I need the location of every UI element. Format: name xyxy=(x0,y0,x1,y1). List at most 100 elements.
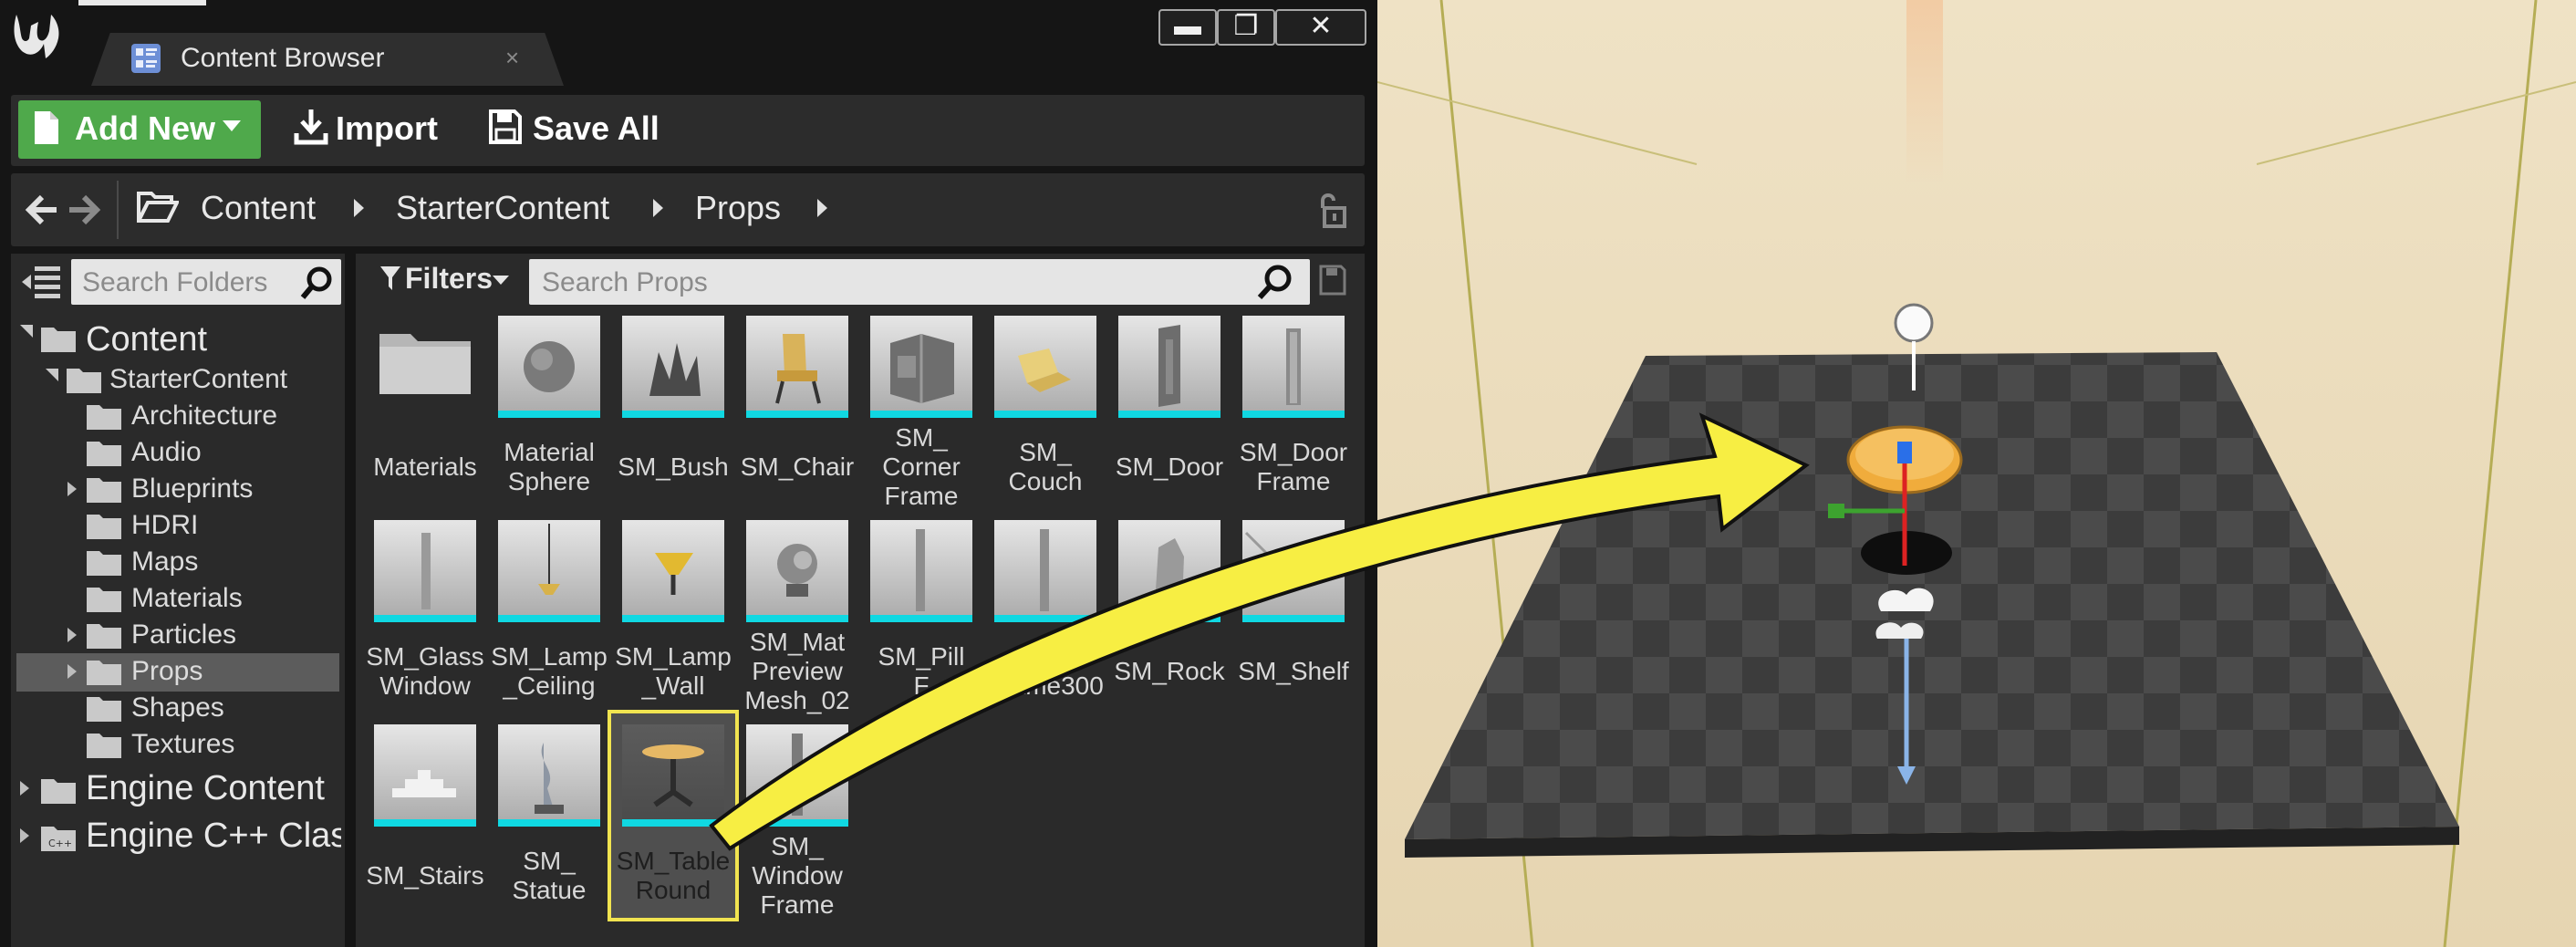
folder-particles[interactable]: Particles xyxy=(131,617,236,653)
door-frame-thumbnail-icon xyxy=(1286,328,1301,405)
back-arrow-icon[interactable] xyxy=(24,192,60,228)
search-icon[interactable] xyxy=(299,265,336,301)
minimize-button[interactable]: ▬ xyxy=(1158,9,1217,46)
asset-name: SM_Mat Preview Mesh_02 xyxy=(744,628,850,714)
folder-icon xyxy=(87,551,121,576)
collapse-arrow-icon[interactable] xyxy=(46,369,58,381)
unlock-icon[interactable] xyxy=(1315,190,1348,230)
import-button[interactable]: Import xyxy=(336,108,438,150)
breadcrumb-item-content[interactable]: Content xyxy=(201,186,316,230)
expand-arrow-icon[interactable] xyxy=(68,628,77,642)
asset-name: SM_Glass Window xyxy=(366,642,484,700)
asset-thumbnail-sm-stairs[interactable] xyxy=(374,724,476,827)
asset-thumbnail-sm-lamp-ceiling[interactable] xyxy=(498,520,600,622)
maximize-button[interactable]: ❐ xyxy=(1217,9,1275,46)
asset-thumbnail-sm-table-round[interactable] xyxy=(622,724,724,827)
asset-thumbnail-sm-chair[interactable] xyxy=(746,316,848,418)
asset-thumbnail-sm-door[interactable] xyxy=(1118,316,1220,418)
asset-thumbnail-sm-bush[interactable] xyxy=(622,316,724,418)
sun-icon[interactable] xyxy=(1894,303,1934,343)
asset-thumbnail-sm-pillar-frame300[interactable] xyxy=(994,520,1096,622)
collapse-arrow-icon[interactable] xyxy=(20,325,33,338)
expand-arrow-icon[interactable] xyxy=(68,664,77,679)
sources-panel-toggle-icon[interactable] xyxy=(18,263,62,301)
pillar-thumbnail-icon xyxy=(1040,529,1049,611)
pillar-thumbnail-icon xyxy=(916,529,925,611)
asset-search-input[interactable] xyxy=(542,265,1235,301)
search-icon[interactable] xyxy=(1255,263,1295,303)
asset-thumbnail-sm-glass-window[interactable] xyxy=(374,520,476,622)
asset-name: SM_ Couch xyxy=(1008,438,1083,495)
asset-thumbnail-sm-corner-frame[interactable] xyxy=(870,316,972,418)
unreal-engine-logo-icon[interactable] xyxy=(4,5,69,69)
chevron-down-icon xyxy=(223,120,241,131)
folder-icon xyxy=(87,697,121,722)
asset-thumbnail-sm-rock[interactable] xyxy=(1118,520,1220,622)
folder-icon[interactable] xyxy=(374,316,476,418)
expand-arrow-icon[interactable] xyxy=(68,482,77,496)
asset-thumbnail-sm-statue[interactable] xyxy=(498,724,600,827)
rock-thumbnail-icon xyxy=(1155,538,1184,604)
breadcrumb-arrow-icon[interactable] xyxy=(653,199,663,217)
asset-thumbnail-material-sphere[interactable] xyxy=(498,316,600,418)
folder-hdri[interactable]: HDRI xyxy=(131,507,198,544)
expand-arrow-icon[interactable] xyxy=(20,781,29,796)
folder-engine-content[interactable]: Engine Content xyxy=(86,770,325,807)
breadcrumb-arrow-icon[interactable] xyxy=(817,199,827,217)
save-search-icon[interactable] xyxy=(1319,265,1346,296)
gizmo-z-handle[interactable] xyxy=(1897,442,1912,463)
folder-textures[interactable]: Textures xyxy=(131,726,234,763)
asset-thumbnail-sm-lamp-wall[interactable] xyxy=(622,520,724,622)
asset-thumbnail-sm-shelf[interactable] xyxy=(1242,520,1345,622)
folder-icon xyxy=(87,405,121,430)
statue-thumbnail-icon xyxy=(535,743,564,814)
folder-materials[interactable]: Materials xyxy=(131,580,243,617)
bush-thumbnail-icon xyxy=(649,343,701,396)
folder-audio[interactable]: Audio xyxy=(131,434,202,471)
round-table-thumbnail-icon xyxy=(642,744,704,807)
asset-type-bar xyxy=(622,819,724,827)
asset-thumbnail-sm-window-frame[interactable] xyxy=(746,724,848,827)
asset-name: SM_Lamp _Ceiling xyxy=(491,642,608,700)
folder-maps[interactable]: Maps xyxy=(131,544,198,580)
folder-search-input[interactable] xyxy=(82,265,292,301)
forward-arrow-icon[interactable] xyxy=(66,192,102,228)
breadcrumb-item-startercontent[interactable]: StarterContent xyxy=(396,186,609,230)
save-icon[interactable] xyxy=(489,109,522,144)
asset-name: SM_ Window Frame xyxy=(752,832,843,919)
close-button[interactable]: ✕ xyxy=(1275,9,1366,46)
asset-type-bar xyxy=(746,411,848,418)
asset-type-bar xyxy=(1118,411,1220,418)
asset-name: SM_Door xyxy=(1115,453,1224,481)
folder-startercontent[interactable]: StarterContent xyxy=(109,361,287,398)
folder-blueprints[interactable]: Blueprints xyxy=(131,471,253,507)
asset-thumbnail-sm-pillar-frame[interactable] xyxy=(870,520,972,622)
breadcrumb-item-props[interactable]: Props xyxy=(695,186,781,230)
folder-content[interactable]: Content xyxy=(86,321,207,358)
asset-name-selected: SM_Table Round xyxy=(616,847,731,904)
asset-name: SM_Rock xyxy=(1114,657,1225,685)
asset-thumbnail-sm-door-frame[interactable] xyxy=(1242,316,1345,418)
expand-arrow-icon[interactable] xyxy=(20,828,29,843)
folder-engine-cpp-classes[interactable]: Engine C++ Clas xyxy=(86,817,341,854)
folder-shapes[interactable]: Shapes xyxy=(131,690,224,726)
asset-name: SM_ Corner Frame xyxy=(882,423,961,510)
level-viewport[interactable] xyxy=(1377,0,2576,947)
tab-close-icon[interactable]: × xyxy=(505,44,519,71)
filters-button[interactable]: Filters xyxy=(405,259,493,297)
window-top-strip xyxy=(78,0,206,5)
light-beam xyxy=(1906,0,1943,182)
folder-open-icon[interactable] xyxy=(137,188,179,224)
shelf-thumbnail-icon xyxy=(1244,531,1272,582)
asset-type-bar xyxy=(1118,615,1220,622)
asset-thumbnail-sm-couch[interactable] xyxy=(994,316,1096,418)
gizmo-y-handle[interactable] xyxy=(1828,504,1844,518)
asset-thumbnail-sm-mat-preview-mesh[interactable] xyxy=(746,520,848,622)
breadcrumb-arrow-icon[interactable] xyxy=(354,199,364,217)
save-all-button[interactable]: Save All xyxy=(533,108,660,150)
asset-name: _Pillar Frame300 xyxy=(987,642,1104,700)
asset-type-bar xyxy=(870,411,972,418)
folder-props[interactable]: Props xyxy=(131,653,203,690)
folder-architecture[interactable]: Architecture xyxy=(131,398,277,434)
import-icon[interactable] xyxy=(294,108,328,146)
